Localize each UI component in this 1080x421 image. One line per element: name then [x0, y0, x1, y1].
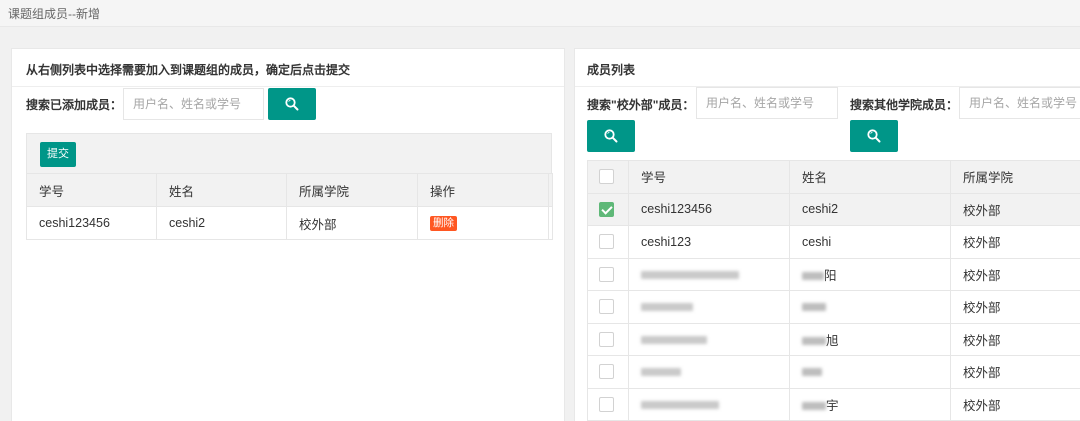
search-icon — [285, 97, 299, 111]
redacted-text — [641, 368, 681, 377]
cell-select — [587, 225, 629, 259]
cell-select — [587, 387, 629, 421]
redacted-text — [802, 303, 826, 312]
redacted-text — [641, 400, 719, 409]
table-header-row: 学号 姓名 所属学院 操作 — [26, 173, 553, 207]
redacted-text — [641, 335, 707, 344]
table-row[interactable]: 旭 校外部 — [587, 322, 1080, 356]
redacted-text — [802, 337, 826, 346]
col-student-id[interactable]: 学号 — [26, 173, 157, 207]
member-list-panel: 成员列表 搜索"校外部"成员： 搜索其他学院成员： 学号 姓名 所属学院 ces… — [574, 48, 1080, 421]
cell-student-id — [628, 257, 790, 291]
cell-student-id: ceshi123456 — [26, 206, 157, 240]
cell-name: 旭 — [789, 322, 951, 356]
added-search-button[interactable] — [268, 88, 316, 120]
cell-action: 删除 — [417, 206, 549, 240]
table-toolbar: 提交 — [26, 133, 552, 173]
col-college[interactable]: 所属学院 — [286, 173, 418, 207]
selected-members-panel: 从右侧列表中选择需要加入到课题组的成员，确定后点击提交 搜索已添加成员： 提交 … — [11, 48, 565, 421]
table-row[interactable]: ceshi123456 ceshi2 校外部 — [587, 192, 1080, 226]
row-checkbox[interactable] — [599, 396, 614, 412]
table-row: ceshi123456 ceshi2 校外部 删除 — [26, 206, 553, 240]
row-checkbox[interactable] — [599, 364, 614, 380]
cell-college: 校外部 — [950, 257, 1080, 291]
added-search-input[interactable] — [123, 88, 264, 120]
col-name[interactable]: 姓名 — [156, 173, 287, 207]
search-icon — [867, 129, 881, 143]
cell-student-id — [628, 322, 790, 356]
cell-name: 宇 — [789, 387, 951, 421]
school-search-button[interactable] — [587, 120, 635, 152]
cell-spacer — [548, 206, 553, 240]
school-search-input[interactable] — [696, 87, 838, 119]
submit-button[interactable]: 提交 — [40, 142, 76, 167]
col-select — [587, 160, 629, 194]
name-visible-part: 旭 — [826, 333, 839, 348]
redacted-text — [802, 272, 824, 281]
school-search-label: 搜索"校外部"成员： — [587, 98, 695, 112]
delete-button[interactable]: 删除 — [430, 216, 457, 231]
cell-name — [789, 355, 951, 389]
other-search-button[interactable] — [850, 120, 898, 152]
top-bar: 课题组成员--新增 — [0, 0, 1080, 27]
col-college[interactable]: 所属学院 — [950, 160, 1080, 194]
selected-members-table: 学号 姓名 所属学院 操作 ceshi123456 ceshi2 校外部 删除 — [26, 173, 553, 240]
cell-name — [789, 290, 951, 324]
cell-name: 阳 — [789, 257, 951, 291]
redacted-text — [641, 270, 739, 279]
table-row[interactable]: ceshi123 ceshi 校外部 — [587, 225, 1080, 259]
cell-student-id: ceshi123456 — [628, 192, 790, 226]
row-checkbox[interactable] — [599, 299, 614, 315]
table-row[interactable]: 宇 校外部 — [587, 387, 1080, 421]
member-list-table: 学号 姓名 所属学院 ceshi123456 ceshi2 校外部 ceshi1… — [587, 160, 1080, 421]
table-header-row: 学号 姓名 所属学院 — [587, 160, 1080, 194]
cell-name: ceshi2 — [789, 192, 951, 226]
cell-college: 校外部 — [950, 387, 1080, 421]
search-icon — [604, 129, 618, 143]
cell-college: 校外部 — [950, 290, 1080, 324]
table-row[interactable]: 校外部 — [587, 355, 1080, 389]
cell-student-id — [628, 290, 790, 324]
right-panel-title: 成员列表 — [587, 63, 636, 77]
col-name[interactable]: 姓名 — [789, 160, 951, 194]
table-row[interactable]: 校外部 — [587, 290, 1080, 324]
cell-college: 校外部 — [950, 192, 1080, 226]
row-checkbox[interactable] — [599, 201, 614, 217]
redacted-text — [802, 368, 822, 377]
cell-student-id — [628, 387, 790, 421]
name-visible-part: 阳 — [824, 268, 837, 283]
cell-name: ceshi2 — [156, 206, 287, 240]
col-spacer — [548, 173, 553, 207]
row-checkbox[interactable] — [599, 266, 614, 282]
cell-name: ceshi — [789, 225, 951, 259]
other-search-label: 搜索其他学院成员： — [850, 98, 959, 112]
cell-student-id: ceshi123 — [628, 225, 790, 259]
name-visible-part: 宇 — [826, 398, 839, 413]
divider — [12, 86, 564, 87]
cell-college: 校外部 — [950, 225, 1080, 259]
cell-select — [587, 322, 629, 356]
cell-select — [587, 355, 629, 389]
cell-college: 校外部 — [950, 322, 1080, 356]
col-action[interactable]: 操作 — [417, 173, 549, 207]
select-all-checkbox[interactable] — [599, 169, 614, 185]
row-checkbox[interactable] — [599, 331, 614, 347]
left-panel-title: 从右侧列表中选择需要加入到课题组的成员，确定后点击提交 — [26, 63, 351, 77]
breadcrumb: 课题组成员--新增 — [8, 7, 100, 21]
cell-select — [587, 257, 629, 291]
col-student-id[interactable]: 学号 — [628, 160, 790, 194]
row-checkbox[interactable] — [599, 234, 614, 250]
table-row[interactable]: 阳 校外部 — [587, 257, 1080, 291]
cell-student-id — [628, 355, 790, 389]
cell-college: 校外部 — [286, 206, 418, 240]
other-search-input[interactable] — [959, 87, 1080, 119]
cell-college: 校外部 — [950, 355, 1080, 389]
redacted-text — [641, 303, 693, 312]
added-search-label: 搜索已添加成员： — [26, 98, 123, 112]
redacted-text — [802, 402, 826, 411]
cell-select — [587, 192, 629, 226]
cell-select — [587, 290, 629, 324]
